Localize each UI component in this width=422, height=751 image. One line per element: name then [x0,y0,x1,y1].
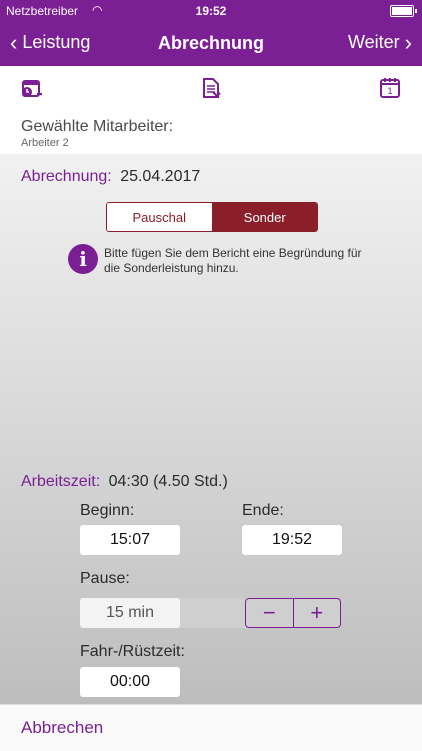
document-list-icon[interactable] [199,76,223,100]
forward-label: Weiter [347,32,400,52]
decrement-button[interactable]: − [246,599,294,627]
forward-button[interactable]: Weiter › [347,30,412,56]
cancel-button[interactable]: Abbrechen [21,718,103,738]
status-time: 19:52 [195,4,227,18]
pause-value: 15 min [80,598,180,628]
billing-date: 25.04.2017 [120,168,201,185]
worktime-value: 04:30 (4.50 Std.) [108,473,228,490]
toolbar: 1 [0,66,422,111]
worktime-label: Arbeitszeit: [21,473,101,490]
worktime-row: Arbeitszeit: 04:30 (4.50 Std.) [21,473,228,491]
pause-stepper: − + [245,598,341,628]
billing-date-row: Abrechnung: 25.04.2017 [21,168,200,186]
pause-label: Pause: [80,570,130,587]
info-message: Bitte fügen Sie dem Bericht eine Begründ… [104,246,362,275]
status-bar: Netzbetreiber ◠ 19:52 [0,0,422,22]
selected-employees-value: Arbeiter 2 [21,137,69,149]
increment-button[interactable]: + [294,599,341,627]
calendar-day-number: 1 [387,86,392,96]
battery-icon [390,5,417,17]
selected-employees-section: Gewählte Mitarbeiter: Arbeiter 2 [0,110,422,154]
navigation-bar: ‹ Leistung Abrechnung Weiter › [0,22,422,66]
billing-label: Abrechnung: [21,168,112,185]
begin-time-field[interactable]: 15:07 [80,525,180,555]
travel-time-label: Fahr-/Rüstzeit: [80,643,185,660]
billing-type-segmented-control: Pauschal Sonder [106,202,318,232]
travel-time-field[interactable]: 00:00 [80,667,180,697]
chevron-right-icon: › [404,30,412,56]
bottom-bar: Abbrechen [0,704,422,751]
begin-label: Beginn: [80,502,135,519]
end-time-field[interactable]: 19:52 [242,525,342,555]
info-icon: i [68,244,98,274]
selected-employees-label: Gewählte Mitarbeiter: [21,118,174,135]
calendar-day-icon[interactable]: 1 [378,76,402,100]
end-label: Ende: [242,502,284,519]
segment-sonder[interactable]: Sonder [212,203,317,231]
segment-pauschal[interactable]: Pauschal [107,203,213,231]
calendar-clock-icon[interactable] [20,76,44,100]
